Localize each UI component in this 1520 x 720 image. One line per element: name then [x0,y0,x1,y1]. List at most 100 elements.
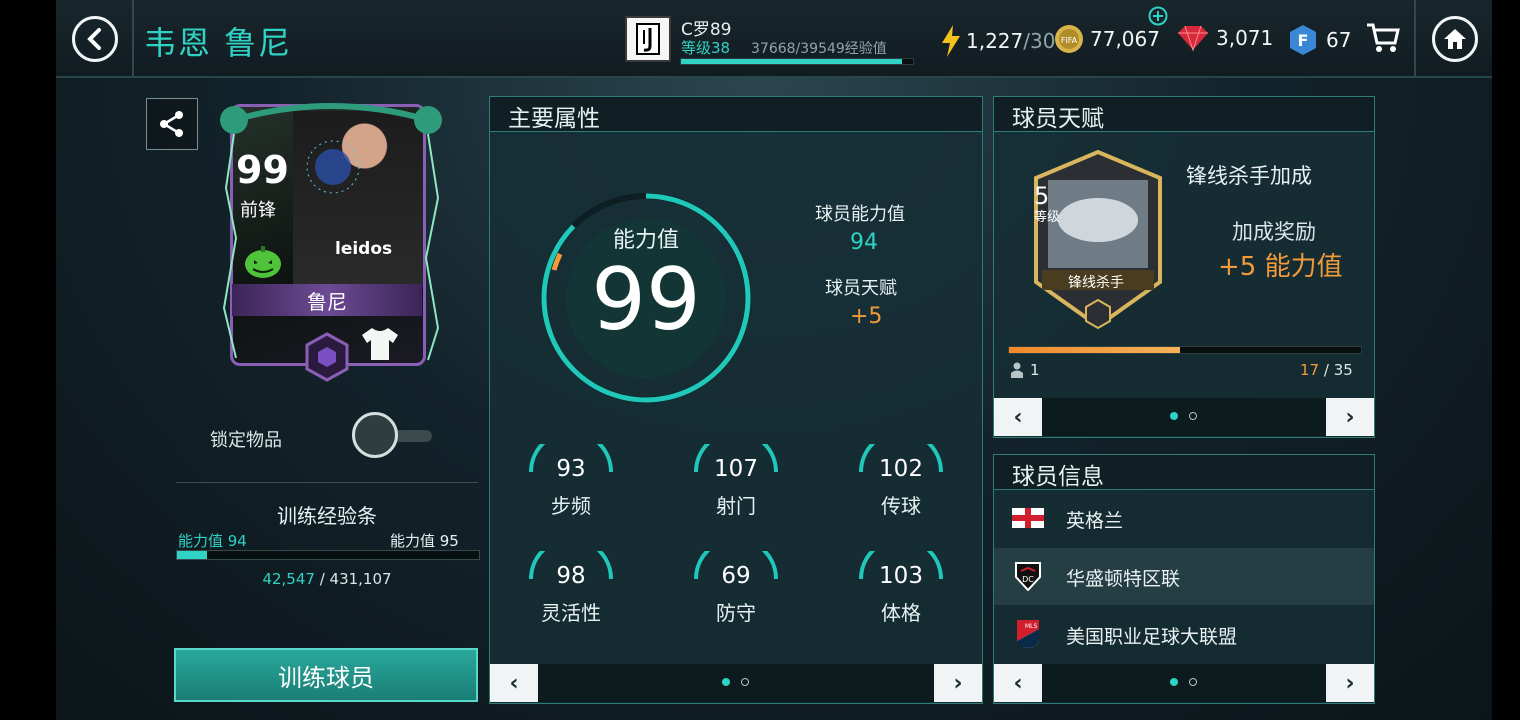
back-icon [87,28,101,50]
stat-value: 93 [556,456,586,482]
lock-toggle[interactable] [352,412,398,458]
talent-badge-name: 锋线杀手 [1068,275,1124,291]
stat-name: 步频 [551,494,591,518]
player-info-title: 球员信息 [1012,464,1104,490]
stat-name: 灵活性 [541,601,601,625]
stat-value: 103 [879,563,923,589]
training-xp-title: 训练经验条 [277,504,377,528]
page-dot-2[interactable] [1189,412,1197,420]
training-progress-bar [176,550,480,560]
overall-value: 99 [591,250,701,350]
coin-counter[interactable]: FIFA 77,067 [1054,24,1160,54]
card-name: 鲁尼 [307,289,347,314]
info-row-nation[interactable]: 英格兰 [994,490,1374,547]
chevron-right-icon: › [1345,404,1355,430]
mls-logo-icon: MLS [1017,620,1039,648]
info-nav: ‹ › [994,664,1374,702]
card-position: 前锋 [240,200,276,221]
training-xp-count: 42,547 / 431,107 [262,570,392,588]
page-dot-2[interactable] [741,678,749,686]
talent-bonus-label: 球员天赋 [825,278,897,299]
england-flag-icon [1012,508,1044,528]
attributes-prev-button[interactable]: ‹ [490,664,538,702]
player-count-icon [1011,362,1023,378]
svg-text:DC: DC [1022,575,1034,584]
stat-value: 98 [556,563,586,589]
page-dot-1[interactable] [1170,678,1178,686]
share-icon [160,111,183,137]
plus-icon[interactable] [1148,6,1168,26]
talent-bonus-reward-label: 加成奖励 [1232,220,1316,244]
svg-text:MLS: MLS [1025,623,1038,630]
info-row-league[interactable]: MLS 美国职业足球大联盟 [994,606,1374,663]
energy-counter[interactable]: 1,227/30 [940,24,1055,58]
xp-text: 37668/39549经验值 [751,41,887,57]
page-dot-1[interactable] [722,678,730,686]
page-dot-2[interactable] [1189,678,1197,686]
club-text: 华盛顿特区联 [1066,568,1181,590]
chevron-left-icon: ‹ [1013,404,1023,430]
talent-progress-text: 17 / 35 [1300,361,1353,379]
chevron-left-icon: ‹ [1013,670,1023,696]
home-icon [1444,29,1466,49]
share-button[interactable] [146,98,198,150]
card-rating: 99 [236,148,289,192]
cart-icon[interactable] [1366,22,1400,54]
base-rating-label: 球员能力值 [815,204,905,225]
nation-text: 英格兰 [1066,510,1124,532]
lightning-icon [942,25,960,57]
talent-owned-count: 1 [1030,361,1040,379]
gem-icon [1178,25,1208,52]
talent-next-button[interactable]: › [1326,398,1374,436]
talent-prev-button[interactable]: ‹ [994,398,1042,436]
stat-value: 102 [879,456,923,482]
league-text: 美国职业足球大联盟 [1066,626,1238,648]
info-next-button[interactable]: › [1326,664,1374,702]
attributes-nav: ‹ › [490,664,982,702]
juventus-logo [636,23,660,55]
training-from-label: 能力值 94 [178,532,247,550]
talent-nav: ‹ › [994,398,1374,436]
stat-name: 体格 [881,601,921,625]
talent-bonus-reward-value: +5 能力值 [1218,252,1343,282]
fifa-coin-icon: FIFA [1055,25,1083,53]
talent-bonus-value: +5 [850,304,883,329]
chemistry-badge-icon [305,332,349,382]
svg-text:F: F [1298,31,1309,50]
lock-item-label: 锁定物品 [210,430,282,451]
stat-value: 69 [721,563,751,589]
stat-value: 107 [714,456,758,482]
level-label: 等级38 [681,39,731,57]
card-name-band: 鲁尼 [232,284,422,316]
page-title: 韦恩 鲁尼 [144,24,293,62]
attributes-next-button[interactable]: › [934,664,982,702]
talent-progress-bar [1008,346,1362,354]
talent-level-label: 等级 [1034,210,1061,225]
gem-counter[interactable]: 3,071 [1176,24,1273,52]
stat-name: 射门 [716,494,756,518]
talent-badge[interactable] [1022,150,1174,336]
xp-bar [680,58,914,65]
chevron-left-icon: ‹ [509,670,519,696]
svg-text:FIFA: FIFA [1061,36,1078,45]
fifa-points-icon: F [1290,25,1316,55]
back-button[interactable] [72,16,118,62]
base-rating-value: 94 [850,230,878,255]
fifa-points-counter[interactable]: F 67 [1288,24,1351,56]
stat-name: 防守 [716,601,756,625]
info-prev-button[interactable]: ‹ [994,664,1042,702]
chevron-right-icon: › [1345,670,1355,696]
jersey-icon [362,328,398,360]
talent-name: 锋线杀手加成 [1186,164,1312,188]
training-to-label: 能力值 95 [390,532,459,550]
info-row-club[interactable]: DC 华盛顿特区联 [994,548,1374,605]
home-button[interactable] [1432,16,1478,62]
talent-title: 球员天赋 [1012,106,1104,132]
stat-name: 传球 [881,494,921,518]
page-dot-1[interactable] [1170,412,1178,420]
dc-united-crest-icon: DC [1015,562,1041,591]
chevron-right-icon: › [953,670,963,696]
attributes-title: 主要属性 [508,106,600,132]
train-player-button[interactable]: 训练球员 [174,648,478,702]
team-badge[interactable] [625,16,671,62]
